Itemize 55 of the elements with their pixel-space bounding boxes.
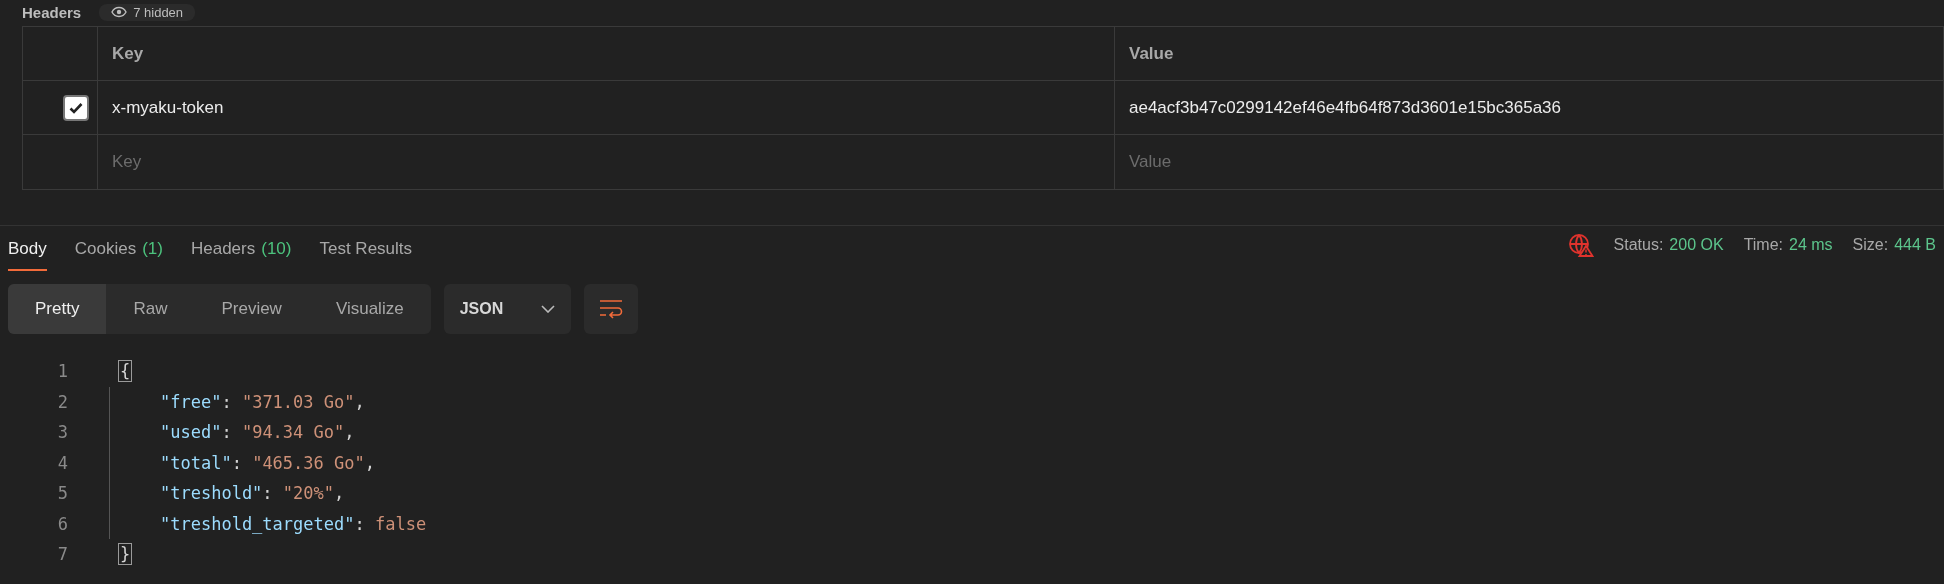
view-mode-tab[interactable]: Visualize bbox=[308, 284, 431, 334]
json-key: "used" bbox=[160, 422, 222, 443]
status-info: Status: 200 OK bbox=[1613, 236, 1724, 254]
json-string: "20%" bbox=[282, 483, 335, 504]
json-string: "465.36 Go" bbox=[252, 452, 365, 473]
section-title: Headers bbox=[22, 3, 82, 21]
chevron-down-icon bbox=[540, 305, 555, 313]
wrap-lines-button[interactable] bbox=[583, 284, 638, 334]
checkmark-icon bbox=[69, 101, 83, 114]
view-mode-tab[interactable]: Raw bbox=[106, 284, 195, 334]
view-mode-tab[interactable]: Pretty bbox=[8, 284, 107, 334]
json-key: "total" bbox=[160, 452, 232, 473]
json-brace: } bbox=[118, 543, 133, 566]
format-dropdown[interactable]: JSON bbox=[443, 284, 571, 334]
json-literal: false bbox=[374, 513, 427, 534]
json-key: "treshold_targeted" bbox=[160, 513, 355, 534]
json-key: "treshold" bbox=[160, 483, 263, 504]
eye-icon bbox=[111, 6, 128, 18]
json-punctuation: , bbox=[344, 422, 355, 443]
response-tab[interactable]: Body bbox=[8, 239, 47, 271]
json-string: "94.34 Go" bbox=[241, 422, 345, 443]
column-header: Value bbox=[1129, 43, 1174, 64]
checkbox[interactable] bbox=[63, 94, 89, 121]
globe-warning-icon[interactable] bbox=[1567, 233, 1594, 257]
json-punctuation: : bbox=[354, 513, 366, 534]
hidden-headers-toggle[interactable]: 7 hidden bbox=[99, 3, 196, 21]
column-header: Key bbox=[112, 43, 144, 64]
wrap-lines-icon bbox=[598, 299, 623, 319]
response-tab[interactable]: Test Results bbox=[319, 239, 413, 271]
json-punctuation: : bbox=[262, 483, 274, 504]
line-number: 2 bbox=[56, 391, 69, 412]
line-number: 5 bbox=[56, 483, 69, 504]
status-info: Time: 24 ms bbox=[1743, 236, 1833, 254]
key-input-field[interactable]: Key bbox=[112, 152, 412, 172]
response-tab[interactable]: Headers (10) bbox=[190, 239, 292, 271]
json-punctuation: : bbox=[221, 391, 233, 412]
json-punctuation: , bbox=[364, 452, 375, 473]
table-cell: ae4acf3b47c0299142ef46e4fb64f873d3601e15bc365a36 bbox=[1129, 97, 1562, 118]
json-punctuation: : bbox=[231, 452, 243, 473]
json-key: "free" bbox=[160, 391, 222, 412]
line-number: 7 bbox=[56, 544, 69, 565]
value-input-field[interactable]: Value bbox=[1129, 152, 1429, 172]
view-mode-tab[interactable]: Preview bbox=[194, 284, 309, 334]
json-brace: { bbox=[118, 360, 133, 383]
line-number: 6 bbox=[56, 513, 69, 534]
json-string: "371.03 Go" bbox=[241, 391, 355, 412]
line-number: 3 bbox=[56, 422, 69, 443]
line-number: 1 bbox=[56, 361, 69, 382]
json-punctuation: , bbox=[334, 483, 345, 504]
response-tab[interactable]: Cookies (1) bbox=[74, 239, 163, 271]
table-cell: x-myaku-token bbox=[112, 97, 224, 118]
json-punctuation: , bbox=[354, 391, 365, 412]
status-info: Size: 444 B bbox=[1852, 236, 1936, 254]
line-number: 4 bbox=[56, 452, 69, 473]
json-punctuation: : bbox=[221, 422, 233, 443]
